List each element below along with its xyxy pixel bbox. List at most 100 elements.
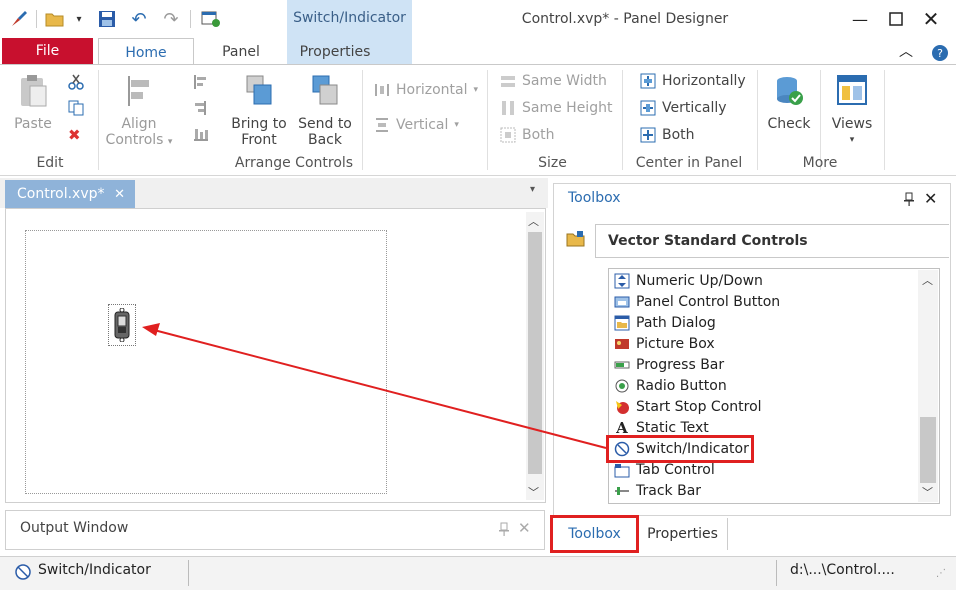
center-vertically-button[interactable]: Vertically xyxy=(640,100,727,116)
list-item-label: Start Stop Control xyxy=(636,398,762,415)
bring-to-front-icon xyxy=(228,74,290,112)
arrange-controls-group-label: Arrange Controls xyxy=(234,155,354,171)
scroll-down-icon[interactable]: ﹀ xyxy=(922,484,933,500)
copy-icon[interactable] xyxy=(68,100,84,120)
ribbon-separator xyxy=(622,70,623,170)
cut-icon[interactable] xyxy=(68,74,84,94)
help-icon[interactable]: ? xyxy=(926,40,954,66)
panel-control-button-icon xyxy=(614,294,630,310)
redo-icon[interactable]: ↷ xyxy=(160,8,182,30)
list-item-label: Numeric Up/Down xyxy=(636,272,763,289)
resize-grip-icon[interactable]: ⋰ xyxy=(936,568,946,579)
list-item[interactable]: Progress Bar xyxy=(614,354,724,375)
align-controls-button[interactable]: Align Controls ▾ xyxy=(104,74,174,150)
switch-indicator-control[interactable] xyxy=(112,307,132,343)
center-in-panel-group-label: Center in Panel xyxy=(635,155,743,171)
preview-window-icon[interactable] xyxy=(200,8,222,30)
same-size-both-button[interactable]: Both xyxy=(500,127,555,143)
document-scroll-thumb[interactable] xyxy=(528,232,542,474)
switch-indicator-highlight xyxy=(606,435,754,463)
delete-icon[interactable]: ✖ xyxy=(68,126,81,144)
center-vertically-icon xyxy=(640,100,656,116)
close-tab-icon[interactable]: ✕ xyxy=(114,187,125,202)
qat-separator xyxy=(190,10,191,28)
center-both-button[interactable]: Both xyxy=(640,127,695,143)
scroll-down-icon[interactable]: ﹀ xyxy=(528,484,539,500)
close-toolbox-icon[interactable]: ✕ xyxy=(924,189,937,208)
static-text-icon: A xyxy=(616,418,628,437)
collapse-ribbon-icon[interactable]: ︿ xyxy=(892,38,920,64)
list-item[interactable]: Radio Button xyxy=(614,375,727,396)
tab-file[interactable]: File xyxy=(2,38,93,64)
close-output-icon[interactable]: ✕ xyxy=(518,519,531,537)
views-button[interactable]: Views ▾ xyxy=(826,74,878,148)
align-right-small-icon[interactable] xyxy=(193,100,207,120)
chevron-down-icon: ▾ xyxy=(473,85,479,95)
align-bottom-small-icon[interactable] xyxy=(193,126,209,146)
app-icon[interactable] xyxy=(8,8,30,30)
list-item[interactable]: Panel Control Button xyxy=(614,291,780,312)
distribute-vertical-button[interactable]: Vertical ▾ xyxy=(374,117,459,133)
toolbox-group-header[interactable]: Vector Standard Controls xyxy=(595,224,949,258)
minimize-button[interactable]: — xyxy=(846,6,874,32)
save-icon[interactable] xyxy=(96,8,118,30)
bring-to-front-button[interactable]: Bring to Front xyxy=(228,74,290,148)
paste-label: Paste xyxy=(14,116,52,132)
same-width-button[interactable]: Same Width xyxy=(500,73,607,89)
scroll-up-icon[interactable]: ︿ xyxy=(528,213,539,229)
document-tab[interactable]: Control.xvp* ✕ xyxy=(5,180,135,208)
list-item-label: Path Dialog xyxy=(636,314,716,331)
list-item[interactable]: Picture Box xyxy=(614,333,715,354)
status-separator xyxy=(188,560,189,586)
distribute-vertical-icon xyxy=(374,117,390,133)
same-width-label: Same Width xyxy=(522,73,607,89)
undo-icon[interactable]: ↶ xyxy=(128,8,150,30)
toolbox-tab-highlight xyxy=(550,515,639,553)
same-size-both-label: Both xyxy=(522,127,555,143)
vertical-label: Vertical xyxy=(396,117,449,133)
design-canvas[interactable] xyxy=(25,230,387,494)
start-stop-icon xyxy=(614,399,630,415)
list-item-label: Panel Control Button xyxy=(636,293,781,310)
check-button[interactable]: Check xyxy=(764,74,814,132)
align-left-small-icon[interactable] xyxy=(193,74,207,94)
tab-properties[interactable]: Properties xyxy=(290,38,380,64)
scroll-up-icon[interactable]: ︿ xyxy=(922,272,933,288)
list-item[interactable]: Start Stop Control xyxy=(614,396,762,417)
send-to-back-label-1: Send to xyxy=(298,116,352,132)
document-list-dropdown-icon[interactable]: ▾ xyxy=(530,184,535,195)
list-item[interactable]: Track Bar xyxy=(614,480,701,501)
open-folder-icon[interactable] xyxy=(44,8,66,30)
qat-separator xyxy=(36,10,37,28)
align-left-icon xyxy=(104,74,174,112)
status-file-path: d:\...\Control.... xyxy=(790,562,895,578)
send-to-back-label-2: Back xyxy=(308,132,342,148)
center-horizontally-button[interactable]: Horizontally xyxy=(640,73,746,89)
views-label: Views xyxy=(831,116,873,132)
send-to-back-button[interactable]: Send to Back xyxy=(295,74,355,148)
center-horizontally-label: Horizontally xyxy=(662,73,746,89)
maximize-button[interactable] xyxy=(882,6,910,32)
same-width-icon xyxy=(500,73,516,89)
pin-icon[interactable] xyxy=(498,522,510,540)
ribbon-separator xyxy=(757,70,758,170)
paste-button[interactable]: Paste xyxy=(12,74,54,132)
close-button[interactable]: ✕ xyxy=(917,6,945,32)
chevron-down-icon: ▾ xyxy=(167,137,173,147)
list-item[interactable]: Path Dialog xyxy=(614,312,716,333)
tab-home[interactable]: Home xyxy=(98,38,194,65)
chevron-down-icon[interactable]: ▾ xyxy=(68,8,90,30)
bring-to-front-label-2: Front xyxy=(241,132,277,148)
ribbon-separator xyxy=(884,70,885,170)
check-label: Check xyxy=(767,116,811,132)
tab-properties-panel[interactable]: Properties xyxy=(638,518,728,550)
same-height-button[interactable]: Same Height xyxy=(500,100,612,116)
toolbox-group-folder-icon xyxy=(566,230,586,252)
distribute-horizontal-button[interactable]: Horizontal ▾ xyxy=(374,82,478,98)
list-item[interactable]: Numeric Up/Down xyxy=(614,270,763,291)
toolbox-list-scroll-thumb[interactable] xyxy=(920,417,936,483)
pin-icon[interactable] xyxy=(903,192,915,210)
track-bar-icon xyxy=(614,483,630,499)
ribbon-separator xyxy=(487,70,488,170)
tab-panel[interactable]: Panel xyxy=(200,38,282,64)
